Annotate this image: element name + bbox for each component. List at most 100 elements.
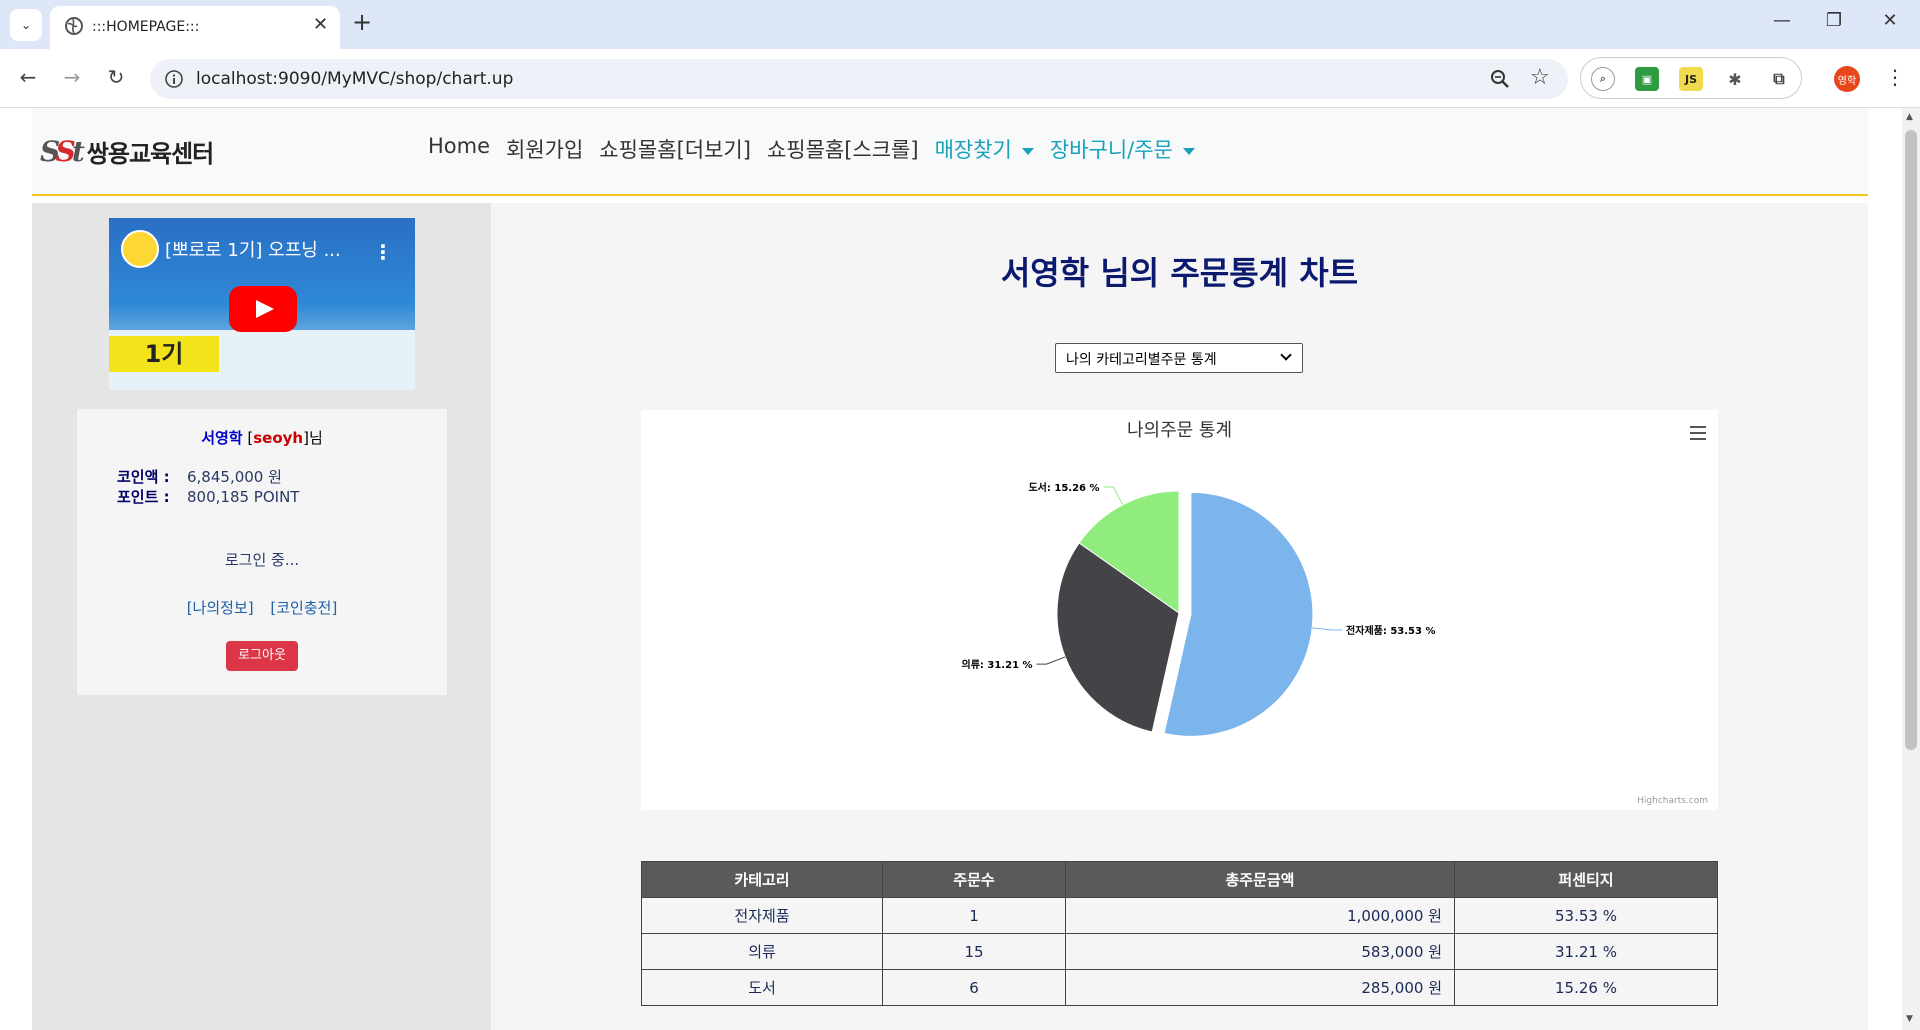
bookmark-star-icon[interactable]: ☆	[1530, 65, 1550, 90]
scrollbar-thumb[interactable]	[1905, 130, 1917, 750]
site-logo[interactable]: SSt 쌍용교육센터	[40, 134, 214, 169]
user-id-wrap: [seoyh]	[247, 429, 309, 447]
cell-category: 의류	[641, 933, 883, 970]
caret-down-icon	[1021, 147, 1034, 155]
browser-toolbar: ← → ↻ localhost:9090/MyMVC/shop/chart.up…	[0, 49, 1920, 108]
logo-text: 쌍용교육센터	[86, 140, 214, 168]
site-navbar: SSt 쌍용교육센터 Home 회원가입 쇼핑몰홈[더보기] 쇼핑몰홈[스크롤]…	[32, 108, 1868, 196]
cell-percent: 31.21 %	[1454, 933, 1718, 970]
youtube-video-embed[interactable]: 1기 [뽀로로 1기] 오프닝 ... ⋮	[109, 218, 415, 390]
col-category: 카테고리	[641, 861, 883, 898]
globe-icon	[65, 17, 83, 35]
site-menu: Home 회원가입 쇼핑몰홈[더보기] 쇼핑몰홈[스크롤] 매장찾기 장바구니/…	[420, 134, 1203, 164]
video-menu-icon[interactable]: ⋮	[373, 240, 393, 264]
scroll-down-icon[interactable]: ▼	[1906, 1014, 1913, 1024]
coin-value: 6,845,000 원	[187, 468, 282, 486]
channel-avatar[interactable]	[121, 230, 159, 268]
table-row: 전자제품 1 1,000,000 원 53.53 %	[641, 897, 1718, 934]
menu-cart-order[interactable]: 장바구니/주문	[1042, 134, 1203, 164]
chart-credit[interactable]: Highcharts.com	[1637, 796, 1708, 806]
restore-icon[interactable]: ❐	[1814, 10, 1854, 31]
menu-shop-more[interactable]: 쇼핑몰홈[더보기]	[591, 134, 759, 164]
my-info-link[interactable]: [나의정보]	[187, 599, 254, 617]
extension-green-icon[interactable]: ▣	[1635, 67, 1659, 91]
col-percentage: 퍼센티지	[1454, 861, 1718, 898]
point-row: 포인트 : 800,185 POINT	[117, 486, 299, 507]
chevron-down-icon	[1280, 349, 1292, 361]
forward-icon[interactable]: →	[58, 65, 86, 89]
user-info-box: 서영학 [seoyh]님 코인액 : 6,845,000 원 포인트 : 800,1…	[77, 409, 447, 695]
coin-row: 코인액 : 6,845,000 원	[117, 466, 282, 487]
menu-cart-order-label: 장바구니/주문	[1049, 138, 1173, 162]
extension-bug-icon[interactable]: ✱	[1723, 67, 1747, 91]
coin-label: 코인액 :	[117, 468, 170, 486]
close-tab-icon[interactable]: ✕	[313, 14, 328, 35]
menu-store-finder[interactable]: 매장찾기	[927, 134, 1042, 164]
user-greeting: 서영학 [seoyh]님	[77, 427, 447, 448]
page-scrollbar[interactable]: ▲ ▼	[1902, 108, 1920, 1030]
cell-amount: 1,000,000 원	[1065, 897, 1455, 934]
back-icon[interactable]: ←	[14, 65, 42, 89]
cell-amount: 285,000 원	[1065, 969, 1455, 1006]
menu-shop-scroll[interactable]: 쇼핑몰홈[스크롤]	[759, 134, 927, 164]
extensions-group: ⌕ ▣ JS ✱ ⧉	[1580, 57, 1802, 99]
play-button-icon[interactable]	[229, 286, 297, 332]
main-content: 서영학 님의 주문통계 차트 나의 카테고리별주문 통계 나의주문 통계 전자제…	[491, 203, 1868, 1030]
table-row: 의류 15 583,000 원 31.21 %	[641, 933, 1718, 970]
pie-chart-container: 나의주문 통계 전자제품: 53.53 % 의류: 31.21 % 도서: 15.2…	[641, 410, 1718, 810]
cell-category: 전자제품	[641, 897, 883, 934]
pie-slice[interactable]	[1163, 491, 1314, 737]
cell-count: 15	[882, 933, 1066, 970]
browser-menu-icon[interactable]: ⋮	[1885, 65, 1905, 89]
stats-type-select[interactable]: 나의 카테고리별주문 통계	[1055, 343, 1303, 373]
point-value: 800,185 POINT	[187, 488, 300, 506]
pie-connector	[1312, 627, 1343, 631]
zoom-icon[interactable]	[1488, 67, 1512, 91]
cell-percent: 15.26 %	[1454, 969, 1718, 1006]
pie-data-label: 전자제품: 53.53 %	[1346, 624, 1435, 637]
cell-count: 1	[882, 897, 1066, 934]
stats-table: 카테고리 주문수 총주문금액 퍼센티지 전자제품 1 1,000,000 원 5…	[641, 861, 1718, 1006]
tab-search-button[interactable]: ⌄	[10, 9, 42, 41]
new-tab-icon[interactable]: +	[352, 8, 372, 36]
site-info-icon[interactable]	[164, 69, 184, 89]
select-value: 나의 카테고리별주문 통계	[1066, 352, 1217, 368]
cell-count: 6	[882, 969, 1066, 1006]
sidebar: 1기 [뽀로로 1기] 오프닝 ... ⋮ 서영학 [seoyh]님 코인액 :…	[32, 203, 491, 1030]
user-suffix: 님	[308, 429, 323, 447]
profile-avatar[interactable]: 영학	[1834, 66, 1860, 92]
video-title[interactable]: [뽀로로 1기] 오프닝 ...	[165, 236, 341, 262]
menu-register[interactable]: 회원가입	[498, 134, 591, 164]
cell-percent: 53.53 %	[1454, 897, 1718, 934]
pie-chart: 전자제품: 53.53 % 의류: 31.21 % 도서: 15.26 %	[962, 481, 1435, 737]
close-window-icon[interactable]: ✕	[1870, 10, 1910, 31]
page-viewport: SSt 쌍용교육센터 Home 회원가입 쇼핑몰홈[더보기] 쇼핑몰홈[스크롤]…	[0, 108, 1920, 1030]
tab-title: :::HOMEPAGE:::	[92, 19, 200, 35]
table-header-row: 카테고리 주문수 총주문금액 퍼센티지	[641, 861, 1718, 898]
address-bar[interactable]: localhost:9090/MyMVC/shop/chart.up ☆	[150, 59, 1568, 99]
browser-tab[interactable]: :::HOMEPAGE::: ✕	[50, 6, 340, 49]
cell-amount: 583,000 원	[1065, 933, 1455, 970]
table-row: 도서 6 285,000 원 15.26 %	[641, 969, 1718, 1006]
extension-js-icon[interactable]: JS	[1679, 67, 1703, 91]
reload-icon[interactable]: ↻	[102, 65, 130, 89]
user-name: 서영학	[201, 429, 243, 447]
minimize-icon[interactable]: —	[1762, 10, 1802, 31]
user-id: seoyh	[253, 429, 304, 447]
menu-store-finder-label: 매장찾기	[934, 138, 1012, 162]
extensions-puzzle-icon[interactable]: ⧉	[1767, 67, 1791, 91]
page-title: 서영학 님의 주문통계 차트	[1000, 254, 1359, 292]
pie-connector	[1036, 656, 1066, 665]
browser-tabstrip: ⌄ :::HOMEPAGE::: ✕ + — ❐ ✕	[0, 0, 1920, 49]
pie-connector	[1103, 486, 1124, 505]
coin-charge-link[interactable]: [코인충전]	[270, 599, 337, 617]
scroll-up-icon[interactable]: ▲	[1906, 112, 1913, 122]
logout-button[interactable]: 로그아웃	[226, 641, 298, 671]
menu-home[interactable]: Home	[420, 134, 498, 164]
cell-category: 도서	[641, 969, 883, 1006]
point-label: 포인트 :	[117, 488, 170, 506]
video-badge: 1기	[109, 336, 219, 372]
pie-data-label: 의류: 31.21 %	[962, 658, 1033, 671]
extension-search-icon[interactable]: ⌕	[1591, 67, 1615, 91]
url-text[interactable]: localhost:9090/MyMVC/shop/chart.up	[196, 69, 513, 89]
